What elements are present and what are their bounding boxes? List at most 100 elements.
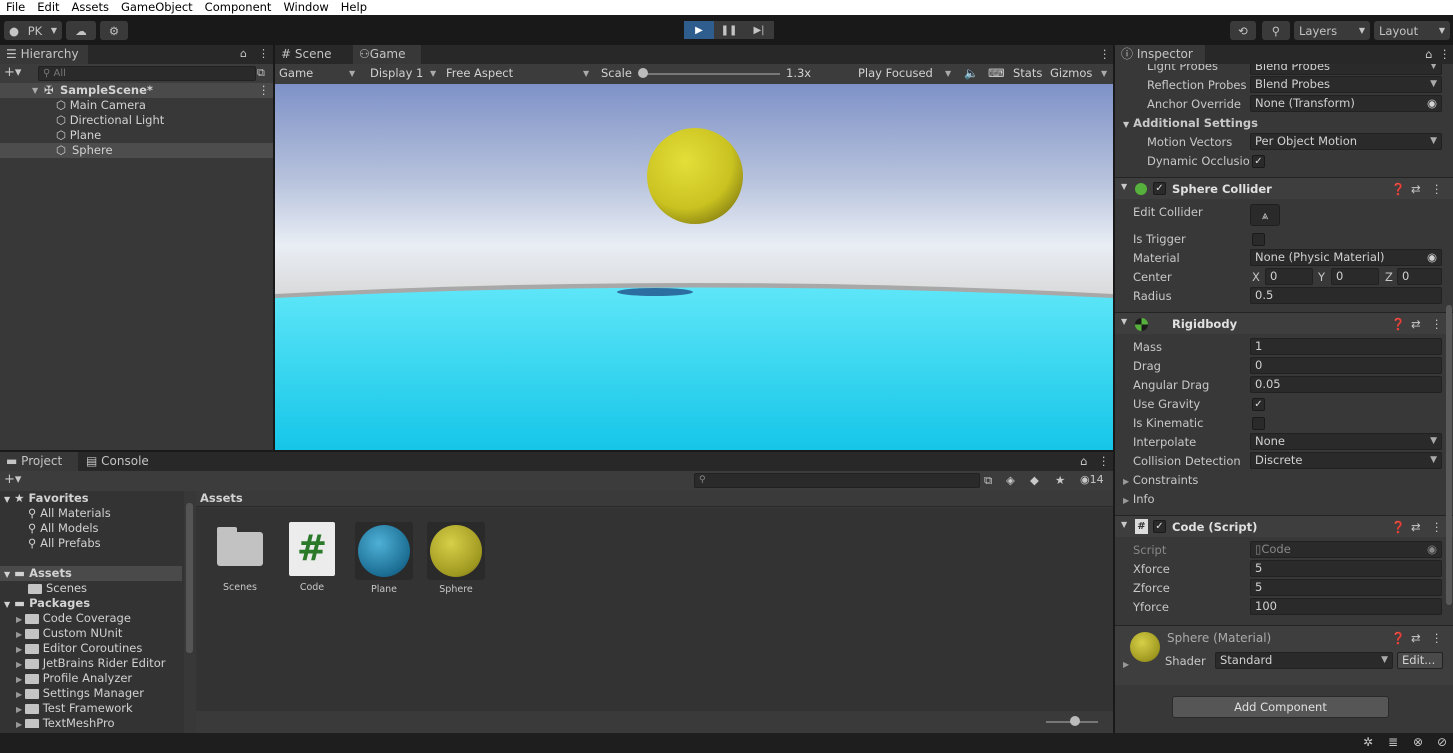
check-icon[interactable]: ⊘ — [1437, 735, 1447, 749]
yforce-field[interactable]: 100 — [1250, 598, 1442, 615]
collab-button[interactable]: ⚙ — [100, 21, 128, 40]
physic-material-field[interactable]: None (Physic Material) ◉ — [1250, 249, 1442, 266]
asset-item[interactable]: Sphere — [426, 522, 486, 595]
stats-button[interactable]: Stats — [1013, 66, 1042, 81]
tree-folder[interactable]: ▶ Test Framework — [16, 701, 133, 716]
star-icon[interactable]: ★ — [1055, 473, 1065, 487]
more-icon[interactable]: ⋮ — [1431, 520, 1443, 534]
packages-header[interactable]: ▼ ▬ Packages — [4, 596, 90, 611]
search-filter-icon[interactable]: ⧉ — [984, 473, 992, 488]
search-button[interactable]: ⚲ — [1262, 21, 1290, 40]
preset-icon[interactable]: ⇄ — [1411, 520, 1421, 534]
more-icon[interactable]: ⋮ — [1099, 47, 1111, 61]
more-icon[interactable]: ⋮ — [258, 83, 270, 98]
tree-scrollbar[interactable] — [186, 503, 193, 653]
keyboard-icon[interactable]: ⌨ — [988, 66, 1005, 81]
dynamic-occlusion-checkbox[interactable]: ✓ — [1252, 155, 1265, 168]
object-picker-icon[interactable]: ◉ — [1427, 250, 1437, 265]
edit-collider-button[interactable]: ⩓ — [1250, 204, 1280, 226]
preset-icon[interactable]: ⇄ — [1411, 631, 1421, 645]
menu-file[interactable]: File — [6, 0, 25, 15]
bug-icon[interactable]: ✲ — [1363, 735, 1373, 749]
asset-item[interactable]: # Code — [282, 522, 342, 593]
filter-icon[interactable]: ⧉ — [257, 66, 265, 80]
assets-header[interactable]: ▼ ▬ Assets — [0, 566, 182, 581]
hidden-packages-toggle[interactable]: ◉14 — [1080, 473, 1104, 486]
help-icon[interactable]: ❓ — [1391, 182, 1405, 196]
account-dropdown[interactable]: ● PK ▼ — [4, 21, 62, 40]
more-icon[interactable]: ⋮ — [1439, 47, 1451, 61]
menu-assets[interactable]: Assets — [72, 0, 109, 15]
code-script-header[interactable]: ▼ # ✓ Code (Script) ❓ ⇄ ⋮ — [1115, 515, 1453, 537]
breadcrumb[interactable]: Assets — [200, 491, 243, 506]
game-mode-dropdown[interactable]: Game — [279, 66, 313, 81]
lock-icon[interactable]: ⌂ — [1080, 454, 1087, 468]
more-icon[interactable]: ⋮ — [1431, 182, 1443, 196]
center-y-field[interactable]: 0 — [1331, 268, 1379, 285]
object-picker-icon[interactable]: ◉ — [1427, 96, 1437, 111]
play-button[interactable]: ▶ — [684, 21, 714, 39]
tree-folder[interactable]: ▶ Editor Coroutines — [16, 641, 142, 656]
tab-game[interactable]: ⚇Game — [353, 45, 421, 64]
anchor-override-field[interactable]: None (Transform) ◉ — [1250, 95, 1442, 112]
additional-settings-foldout[interactable]: ▼ Additional Settings — [1123, 115, 1258, 131]
project-search-input[interactable]: ⚲ — [694, 473, 980, 488]
component-enabled-checkbox[interactable]: ✓ — [1153, 182, 1166, 195]
zforce-field[interactable]: 5 — [1250, 579, 1442, 596]
type-filter-icon[interactable]: ◈ — [1006, 473, 1015, 487]
aspect-dropdown[interactable]: Free Aspect — [446, 66, 513, 81]
play-focused-dropdown[interactable]: Play Focused — [858, 66, 933, 81]
is-trigger-checkbox[interactable] — [1252, 233, 1265, 246]
motion-vectors-dropdown[interactable]: Per Object Motion ▼ — [1250, 133, 1442, 150]
shader-dropdown[interactable]: Standard ▼ — [1215, 652, 1393, 669]
tree-folder[interactable]: ▶ Code Coverage — [16, 611, 131, 626]
tab-scene[interactable]: # Scene — [275, 45, 350, 64]
asset-item[interactable]: Plane — [354, 522, 414, 595]
component-enabled-checkbox[interactable]: ✓ — [1153, 520, 1166, 533]
tab-hierarchy[interactable]: ☰ Hierarchy — [0, 45, 88, 64]
reflection-probes-dropdown[interactable]: Blend Probes ▼ — [1250, 76, 1442, 93]
zoom-slider-handle[interactable] — [1070, 716, 1080, 726]
mass-field[interactable]: 1 — [1250, 338, 1442, 355]
collision-detection-dropdown[interactable]: Discrete ▼ — [1250, 452, 1442, 469]
menu-edit[interactable]: Edit — [37, 0, 59, 15]
hierarchy-item[interactable]: ⬡ Main Camera — [56, 98, 146, 113]
lock-icon[interactable]: ⌂ — [240, 47, 247, 60]
center-x-field[interactable]: 0 — [1265, 268, 1313, 285]
gizmos-button[interactable]: Gizmos — [1050, 66, 1092, 81]
xforce-field[interactable]: 5 — [1250, 560, 1442, 577]
tree-folder[interactable]: ▶ Settings Manager — [16, 686, 144, 701]
scale-slider-handle[interactable] — [638, 68, 648, 78]
cloud-button[interactable]: ☁ — [66, 21, 96, 40]
tree-folder[interactable]: ▶ Custom NUnit — [16, 626, 122, 641]
interpolate-dropdown[interactable]: None ▼ — [1250, 433, 1442, 450]
constraints-foldout[interactable]: ▶ Constraints — [1123, 472, 1198, 488]
cache-icon[interactable]: ≣ — [1388, 735, 1398, 749]
step-button[interactable]: ▶| — [744, 21, 774, 39]
audio-icon[interactable]: 🔈 — [964, 66, 978, 81]
pause-button[interactable]: ❚❚ — [714, 21, 744, 39]
use-gravity-checkbox[interactable]: ✓ — [1252, 398, 1265, 411]
rigidbody-header[interactable]: ▼ Rigidbody ❓ ⇄ ⋮ — [1115, 312, 1453, 334]
add-icon[interactable]: +▾ — [4, 65, 21, 80]
tree-folder[interactable]: Scenes — [28, 581, 87, 596]
hierarchy-item[interactable]: ⬡ Plane — [56, 128, 101, 143]
hierarchy-item[interactable]: ⬡ Directional Light — [56, 113, 164, 128]
scene-row[interactable]: ▼ ✠ SampleScene* ⋮ — [0, 83, 273, 98]
more-icon[interactable]: ⋮ — [258, 47, 269, 60]
inspector-scrollbar[interactable] — [1446, 305, 1452, 605]
tab-console[interactable]: ▤ Console — [80, 452, 160, 471]
display-dropdown[interactable]: Display 1 — [370, 66, 423, 81]
menu-help[interactable]: Help — [341, 0, 367, 15]
angular-drag-field[interactable]: 0.05 — [1250, 376, 1442, 393]
shader-edit-button[interactable]: Edit... — [1397, 652, 1443, 669]
tree-folder[interactable]: ▶ TextMeshPro — [16, 716, 114, 728]
expand-icon[interactable]: ▶ — [1123, 660, 1129, 669]
tree-folder[interactable]: ▶ Profile Analyzer — [16, 671, 132, 686]
help-icon[interactable]: ❓ — [1391, 631, 1405, 645]
info-foldout[interactable]: ▶ Info — [1123, 491, 1155, 507]
more-icon[interactable]: ⋮ — [1431, 631, 1443, 645]
preset-icon[interactable]: ⇄ — [1411, 182, 1421, 196]
layout-dropdown[interactable]: Layout ▼ — [1374, 21, 1450, 40]
hierarchy-search-input[interactable]: ⚲ All — [38, 66, 256, 81]
